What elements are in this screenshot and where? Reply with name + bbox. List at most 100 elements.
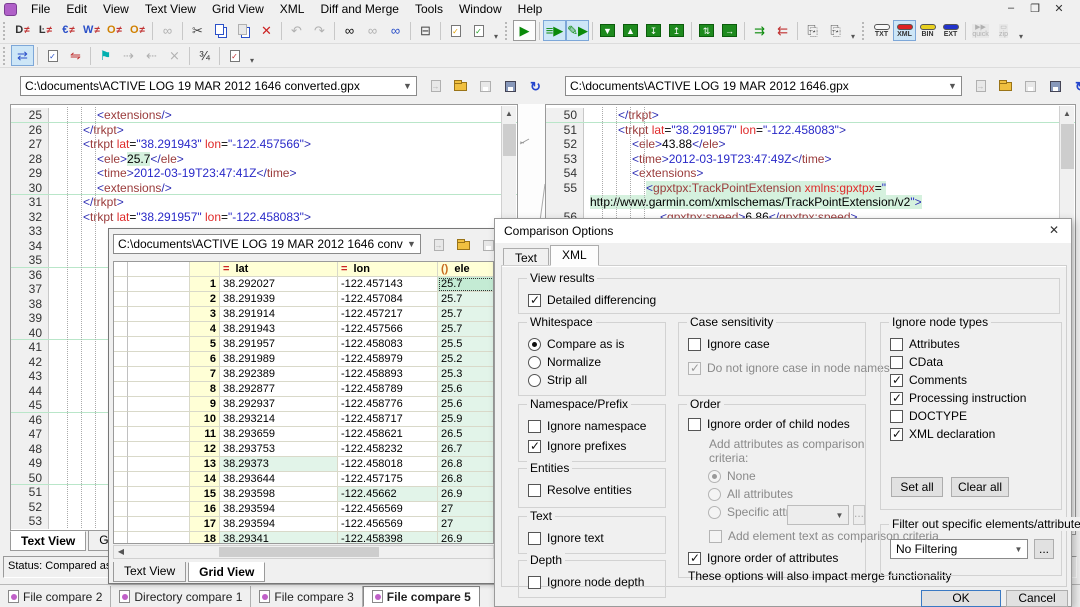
cell-lon[interactable]: -122.457084 <box>338 292 438 307</box>
cell-ele[interactable]: 26.9 <box>438 487 494 502</box>
cell-ele[interactable]: 25.5 <box>438 337 494 352</box>
table-row[interactable]: 1238.293753-122.45823226.7 <box>114 442 493 457</box>
scroll-left-icon[interactable]: ◀ <box>114 546 128 558</box>
cell-ele[interactable]: 27 <box>438 517 494 532</box>
radio-button[interactable] <box>528 374 541 387</box>
checkbox-ignore-node-depth[interactable]: Ignore node depth <box>528 575 665 589</box>
compare-files-euro-icon[interactable]: €≠ <box>57 20 80 41</box>
filter-browse-button[interactable]: ... <box>1034 539 1054 559</box>
checkbox[interactable] <box>528 294 541 307</box>
toolbar-overflow-icon[interactable]: ▾ <box>494 32 498 43</box>
tab-file-compare-2[interactable]: File compare 2 <box>0 586 111 607</box>
column-header-ele[interactable]: ()ele <box>438 262 494 277</box>
cell-lon[interactable]: -122.457566 <box>338 322 438 337</box>
radio-compare-as-is[interactable]: Compare as is <box>528 337 665 351</box>
cell-lat[interactable]: 38.292937 <box>220 397 338 412</box>
scrollbar-thumb[interactable] <box>1061 124 1074 169</box>
cell-lat[interactable]: 38.29373 <box>220 457 338 472</box>
edit-mode-icon[interactable]: ✎▶ <box>566 20 589 41</box>
find-icon[interactable]: ∞ <box>338 20 361 41</box>
open-comparison-icon[interactable]: ✓ <box>41 45 64 66</box>
cell-lat[interactable]: 38.291914 <box>220 307 338 322</box>
checkbox-attributes[interactable]: Attributes <box>890 337 1061 351</box>
first-difference-icon[interactable]: ↥ <box>665 20 688 41</box>
radio-normalize[interactable]: Normalize <box>528 355 665 369</box>
grid-tab-grid-view[interactable]: Grid View <box>188 562 265 582</box>
dialog-title-bar[interactable]: Comparison Options ✕ <box>495 219 1071 243</box>
xml-line[interactable]: 28<ele>25.7</ele> <box>11 152 517 167</box>
next-difference-icon[interactable]: ▼ <box>596 20 619 41</box>
xml-line[interactable]: 26</trkpt> <box>11 123 517 138</box>
cell-lat[interactable]: 38.293214 <box>220 412 338 427</box>
filter-combo[interactable]: No Filtering ▼ <box>890 539 1028 559</box>
xml-line[interactable]: 51<trkpt lat="38.291957" lon="-122.45808… <box>546 123 1075 138</box>
close-icon[interactable]: ✕ <box>1052 2 1066 15</box>
checkbox[interactable] <box>528 440 541 453</box>
cell-ele[interactable]: 26.7 <box>438 442 494 457</box>
menu-text-view[interactable]: Text View <box>137 1 204 17</box>
xml-line[interactable]: 53<time>2012-03-19T23:47:49Z</time> <box>546 152 1075 167</box>
checkbox-doctype[interactable]: DOCTYPE <box>890 409 1061 423</box>
compare-as-binary-icon[interactable]: BIN <box>916 20 939 41</box>
cell-ele[interactable]: 26.8 <box>438 457 494 472</box>
cut-icon[interactable]: ✂ <box>186 20 209 41</box>
validate-icon[interactable]: ✓ <box>467 20 490 41</box>
xml-line[interactable]: 54<extensions> <box>546 166 1075 181</box>
chevron-down-icon[interactable]: ▼ <box>944 77 961 95</box>
replace-icon[interactable]: ∞ <box>384 20 407 41</box>
open-file-icon[interactable] <box>996 77 1015 95</box>
compare-as-text-icon[interactable]: TXT <box>870 20 893 41</box>
grid-file-path-combo[interactable]: C:\documents\ACTIVE LOG 19 MAR 2012 1646… <box>113 234 421 254</box>
checkbox-ignore-prefixes[interactable]: Ignore prefixes <box>528 439 665 453</box>
cell-lat[interactable]: 38.292027 <box>220 277 338 292</box>
cell-lat[interactable]: 38.293598 <box>220 487 338 502</box>
swap-panes-icon[interactable]: ⇋ <box>64 45 87 66</box>
cell-ele[interactable]: 25.7 <box>438 277 494 292</box>
sync-views-icon[interactable]: ⇄ <box>11 45 34 66</box>
checkbox-resolve-entities[interactable]: Resolve entities <box>528 483 665 497</box>
xml-line[interactable]: 52<ele>43.88</ele> <box>546 137 1075 152</box>
cell-ele[interactable]: 27 <box>438 502 494 517</box>
cell-ele[interactable]: 25.7 <box>438 322 494 337</box>
open-file-icon[interactable] <box>451 77 470 95</box>
compare-mode-icon[interactable]: ≡▶ <box>543 20 566 41</box>
cell-lon[interactable]: -122.458893 <box>338 367 438 382</box>
save-as-icon[interactable] <box>501 77 520 95</box>
copy-to-right-icon[interactable]: ⎘ <box>801 20 824 41</box>
cell-lon[interactable]: -122.458776 <box>338 397 438 412</box>
cell-lon[interactable]: -122.458083 <box>338 337 438 352</box>
xml-line[interactable]: 25<extensions/> <box>11 108 517 123</box>
set-all-button[interactable]: Set all <box>891 477 943 497</box>
xml-line[interactable]: 32<trkpt lat="38.291957" lon="-122.45808… <box>11 210 517 225</box>
checkbox-comments[interactable]: Comments <box>890 373 1061 387</box>
left-file-path-combo[interactable]: C:\documents\ACTIVE LOG 19 MAR 2012 1646… <box>20 76 417 96</box>
toolbar-overflow-icon[interactable]: ▾ <box>250 56 254 67</box>
cell-lon[interactable]: -122.458018 <box>338 457 438 472</box>
compare-as-xml-icon[interactable]: XML <box>893 20 916 41</box>
xml-line[interactable]: http://www.garmin.com/xmlschemas/TrackPo… <box>546 195 1075 210</box>
cell-ele[interactable]: 26.9 <box>438 532 494 544</box>
xml-line[interactable]: 31</trkpt> <box>11 195 517 210</box>
show-all-differences-icon[interactable]: ⇅ <box>695 20 718 41</box>
cell-lat[interactable]: 38.29341 <box>220 532 338 544</box>
save-as-icon[interactable] <box>1046 77 1065 95</box>
cell-ele[interactable]: 25.7 <box>438 307 494 322</box>
table-row[interactable]: 1538.293598-122.4566226.9 <box>114 487 493 502</box>
checkbox[interactable] <box>528 576 541 589</box>
table-row[interactable]: 1038.293214-122.45871725.9 <box>114 412 493 427</box>
checkbox[interactable] <box>528 484 541 497</box>
xml-line[interactable]: 50</trkpt> <box>546 108 1075 123</box>
table-row[interactable]: 1738.293594-122.45656927 <box>114 517 493 532</box>
ignore-child-order-option[interactable]: Ignore order of child nodes <box>688 417 865 431</box>
view-tab-text-view[interactable]: Text View <box>10 531 86 551</box>
column-header-lat[interactable]: =lat <box>220 262 338 277</box>
cell-lon[interactable]: -122.457217 <box>338 307 438 322</box>
cell-ele[interactable]: 25.6 <box>438 397 494 412</box>
cell-lon[interactable]: -122.45662 <box>338 487 438 502</box>
toolbar-overflow-icon[interactable]: ▾ <box>1019 32 1023 43</box>
reload-file-icon[interactable]: ↻ <box>1071 77 1080 95</box>
ok-button[interactable]: OK <box>921 590 1001 607</box>
scrollbar-thumb[interactable] <box>503 124 516 156</box>
cell-lat[interactable]: 38.293644 <box>220 472 338 487</box>
chevron-down-icon[interactable]: ▼ <box>1011 541 1026 557</box>
